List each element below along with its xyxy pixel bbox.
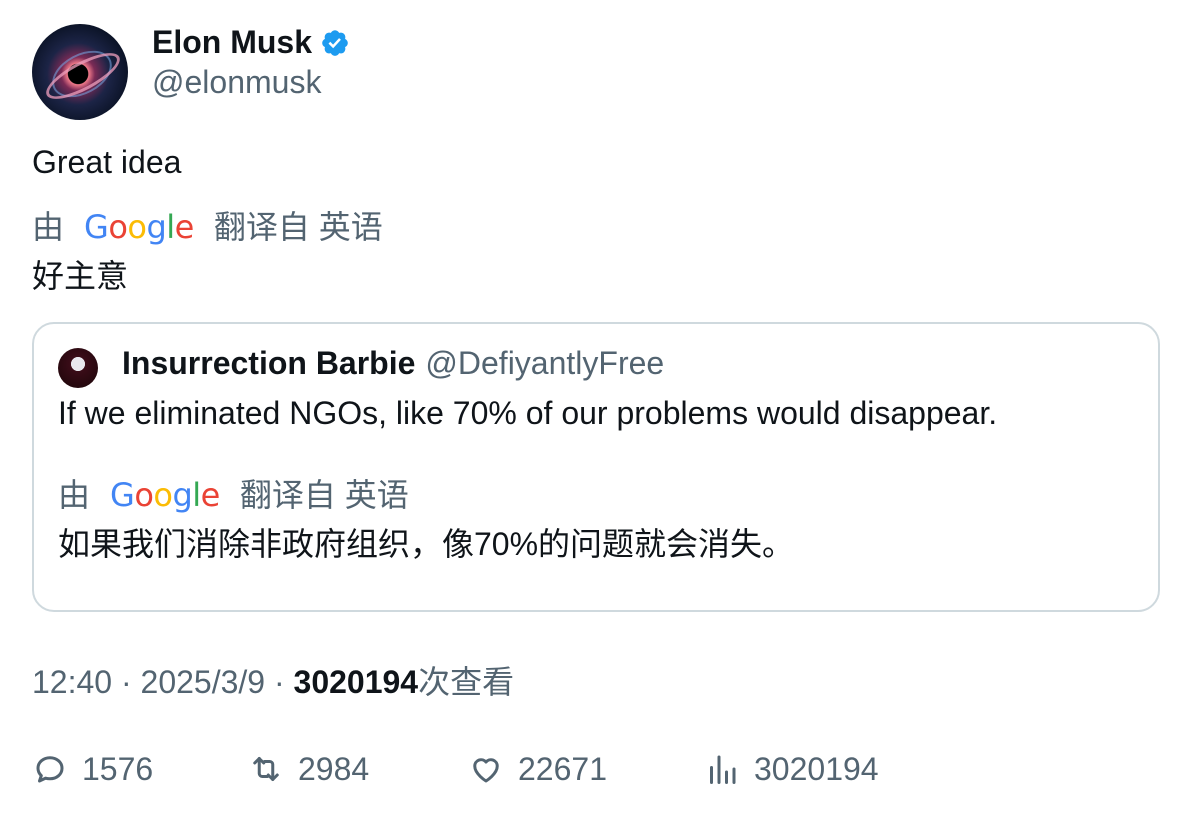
like-count: 22671: [518, 751, 607, 787]
author-avatar[interactable]: [32, 24, 128, 120]
author-name-row[interactable]: Elon Musk: [152, 22, 350, 62]
timestamp[interactable]: 12:40 · 2025/3/9 ·: [32, 664, 294, 700]
quoted-author-handle[interactable]: @DefiyantlyFree: [425, 343, 664, 383]
translation-prefix: 由: [32, 209, 65, 245]
views-button[interactable]: 3020194: [704, 749, 879, 789]
quoted-translated-text: 如果我们消除非政府组织，像70%的问题就会消失。: [58, 526, 795, 562]
reply-button[interactable]: 1576: [32, 749, 153, 789]
repost-icon: [253, 757, 279, 781]
views-count: 3020194: [754, 751, 879, 787]
tweet-meta: 12:40 · 2025/3/9 · 3020194次查看: [32, 662, 514, 702]
like-icon: [473, 758, 499, 783]
translated-text: 好主意: [32, 258, 129, 294]
repost-button[interactable]: 2984: [248, 749, 369, 789]
repost-count: 2984: [298, 751, 370, 787]
action-bar: 1576 2984 22671 3020194: [32, 749, 1162, 789]
views-icon: [710, 755, 736, 784]
quoted-translation-attribution: 由 Google 翻译自 英语: [58, 475, 409, 515]
tweet-text: Great idea: [32, 144, 182, 180]
quoted-author-avatar[interactable]: [58, 348, 98, 388]
author-name[interactable]: Elon Musk: [152, 22, 312, 62]
verified-badge-icon: [322, 30, 348, 56]
author-handle[interactable]: @elonmusk: [152, 62, 321, 102]
view-count: 3020194: [293, 664, 419, 700]
quoted-translation-prefix: 由: [58, 477, 91, 513]
quoted-tweet-text: If we eliminated NGOs, like 70% of our p…: [58, 395, 998, 431]
reply-icon: [36, 756, 64, 783]
quoted-translation-suffix: 翻译自 英语: [239, 477, 409, 513]
quoted-author-row[interactable]: Insurrection Barbie @DefiyantlyFree: [122, 343, 664, 383]
translation-attribution: 由 Google 翻译自 英语: [32, 207, 383, 247]
google-logo: Google: [110, 476, 220, 514]
reply-count: 1576: [82, 751, 154, 787]
quoted-author-name[interactable]: Insurrection Barbie: [122, 343, 415, 383]
translation-suffix: 翻译自 英语: [213, 209, 383, 245]
views-label: 次查看: [418, 664, 515, 700]
google-logo: Google: [84, 208, 194, 246]
like-button[interactable]: 22671: [468, 749, 607, 789]
